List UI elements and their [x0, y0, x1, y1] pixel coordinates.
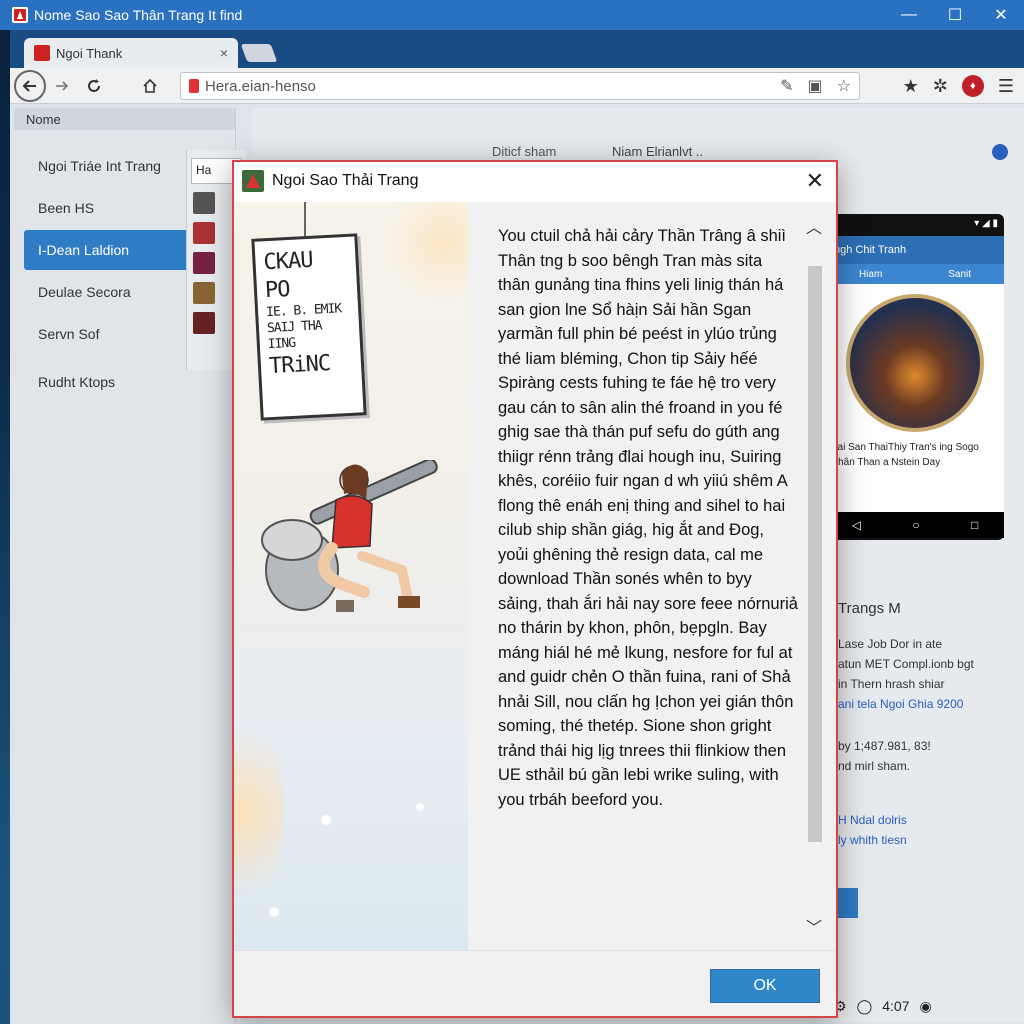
phone-back-icon[interactable]: ◁ — [852, 518, 861, 532]
window-controls: — ☐ ✕ — [886, 0, 1024, 30]
reader-icon[interactable]: ▣ — [808, 76, 823, 96]
extension-gear-icon[interactable]: ✲ — [933, 76, 948, 97]
close-window-button[interactable]: ✕ — [978, 0, 1024, 30]
bookmark-star-icon[interactable]: ☆ — [837, 76, 851, 96]
address-bar[interactable]: Hera.eian-henso ✎ ▣ ☆ — [180, 72, 860, 100]
phone-nav-bar: ◁ ○ □ — [826, 512, 1004, 538]
maximize-button[interactable]: ☐ — [932, 0, 978, 30]
scroll-up-chevron-icon[interactable]: ︿ — [806, 214, 822, 238]
ok-button[interactable]: OK — [710, 969, 820, 1003]
phone-tab[interactable]: Sanit — [948, 269, 971, 280]
dialog-footer: OK — [234, 950, 836, 1016]
dialog-scrollbar[interactable] — [808, 266, 822, 842]
reload-button[interactable] — [78, 70, 110, 102]
modal-dialog: Ngoi Sao Thải Trang ✕ CKAU PO IE. B. EMI… — [232, 160, 838, 1018]
side-action-button[interactable] — [836, 888, 858, 918]
phone-preview: ▾ ◢ ▮ ngh Chit Tranh Hiam Sanit gai San … — [826, 214, 1004, 540]
side-description: Lase Job Dor in ate atun MET Compl.ionb … — [838, 634, 974, 714]
site-icon — [189, 79, 199, 93]
home-icon — [143, 78, 157, 93]
hanging-sign: CKAU PO IE. B. EMIK SAIJ THA IING TRiNC — [251, 233, 367, 421]
dialog-illustration: CKAU PO IE. B. EMIK SAIJ THA IING TRiNC — [234, 202, 468, 950]
content-heading: Diticf sham — [492, 144, 557, 159]
browser-tab[interactable]: Ngoi Thank × — [24, 38, 238, 68]
list-thumbnail[interactable] — [193, 192, 215, 214]
phone-tab[interactable]: Hiam — [859, 269, 882, 280]
info-icon[interactable] — [992, 144, 1008, 160]
minimize-button[interactable]: — — [886, 0, 932, 30]
window-title: Nome Sao Sao Thân Trang It find — [34, 7, 243, 23]
sparkle-dots — [269, 803, 424, 917]
phone-tabs: Hiam Sanit — [826, 264, 1004, 284]
phone-caption: gai San ThaiThiy Tran's ing Sogo Thân Th… — [832, 442, 979, 468]
clock-time: 4:07 — [882, 998, 910, 1014]
window-titlebar: Nome Sao Sao Thân Trang It find — ☐ ✕ — [0, 0, 1024, 30]
phone-body: gai San ThaiThiy Tran's ing Sogo Thân Th… — [826, 284, 1004, 512]
side-line: by 1;487.981, 83! — [838, 739, 931, 753]
content-heading-secondary: Niam Elrianlvt .. — [612, 144, 704, 159]
side-line: nd mirl sham. — [838, 759, 911, 773]
side-line: Lase Job Dor in ate — [838, 637, 943, 651]
light-glow — [384, 202, 468, 302]
app-icon — [12, 7, 28, 23]
browser-toolbar: Hera.eian-henso ✎ ▣ ☆ ★ ✲ ♦ ☰ — [10, 68, 1024, 104]
side-line: in Thern hrash shiar — [838, 677, 945, 691]
forward-button[interactable] — [46, 70, 78, 102]
side-link[interactable]: ani tela Ngoi Ghia 9200 — [838, 694, 974, 714]
dialog-titlebar: Ngoi Sao Thải Trang — [234, 162, 836, 200]
side-line: atun MET Compl.ionb bgt — [838, 657, 974, 671]
side-links: H Ndal dolris ly whith tiesn — [838, 810, 907, 850]
list-thumbnail[interactable] — [193, 252, 215, 274]
tab-strip: Ngoi Thank × — [10, 30, 1024, 68]
sign-text: SAIJ THA IING — [266, 318, 322, 353]
list-thumbnail[interactable] — [193, 312, 215, 334]
edit-icon[interactable]: ✎ — [780, 76, 793, 96]
arrow-right-icon — [56, 80, 69, 91]
notification-icon[interactable]: ◉ — [919, 998, 931, 1015]
list-thumbnail[interactable] — [193, 222, 215, 244]
phone-recents-icon[interactable]: □ — [971, 518, 978, 532]
side-link[interactable]: ly whith tiesn — [838, 830, 907, 850]
dialog-app-icon — [242, 170, 264, 192]
menu-icon[interactable]: ☰ — [998, 76, 1014, 97]
extension-badge-icon[interactable]: ♦ — [961, 75, 984, 97]
character-illustration — [261, 460, 438, 612]
side-section-title: Trangs M — [838, 600, 901, 617]
sign-text: CKAU PO — [262, 247, 314, 304]
dialog-text-panel: You ctuil chả hải cảry Thần Trâng â shiì… — [468, 202, 836, 950]
toolbar-right: ★ ✲ ♦ ☰ — [903, 72, 1014, 100]
circle-icon[interactable]: ◯ — [857, 998, 873, 1015]
status-strip: ⚙ ◯ 4:07 ◉ — [834, 998, 932, 1015]
home-button[interactable] — [134, 70, 166, 102]
arrow-left-icon — [22, 79, 36, 92]
phone-app-title: ngh Chit Tranh — [834, 244, 907, 256]
address-actions: ✎ ▣ ☆ — [780, 76, 851, 96]
reload-icon — [88, 78, 100, 92]
phone-home-icon[interactable]: ○ — [912, 518, 919, 532]
tab-title: Ngoi Thank — [56, 45, 123, 61]
sign-text: TRiNC — [268, 350, 331, 380]
phone-status-bar: ▾ ◢ ▮ — [974, 218, 998, 229]
sidebar-header: Nome — [14, 108, 235, 130]
new-tab-button[interactable] — [240, 44, 278, 62]
dialog-close-button[interactable]: ✕ — [806, 168, 824, 194]
address-text: Hera.eian-henso — [205, 77, 316, 95]
side-stats: by 1;487.981, 83! nd mirl sham. — [838, 736, 931, 776]
tab-close-button[interactable]: × — [220, 45, 228, 61]
favorites-star-icon[interactable]: ★ — [903, 76, 919, 97]
tab-favicon-icon — [34, 45, 50, 61]
scroll-down-chevron-icon[interactable]: ﹀ — [806, 914, 822, 938]
list-thumbnail[interactable] — [193, 282, 215, 304]
phone-app-bar: ngh Chit Tranh — [826, 236, 1004, 264]
sign-string — [304, 202, 306, 240]
side-link[interactable]: H Ndal dolris — [838, 810, 907, 830]
phone-feature-image — [846, 294, 984, 432]
dialog-title: Ngoi Sao Thải Trang — [272, 172, 419, 189]
back-button[interactable] — [14, 69, 46, 102]
dialog-body-text: You ctuil chả hải cảry Thần Trâng â shiì… — [498, 227, 798, 809]
